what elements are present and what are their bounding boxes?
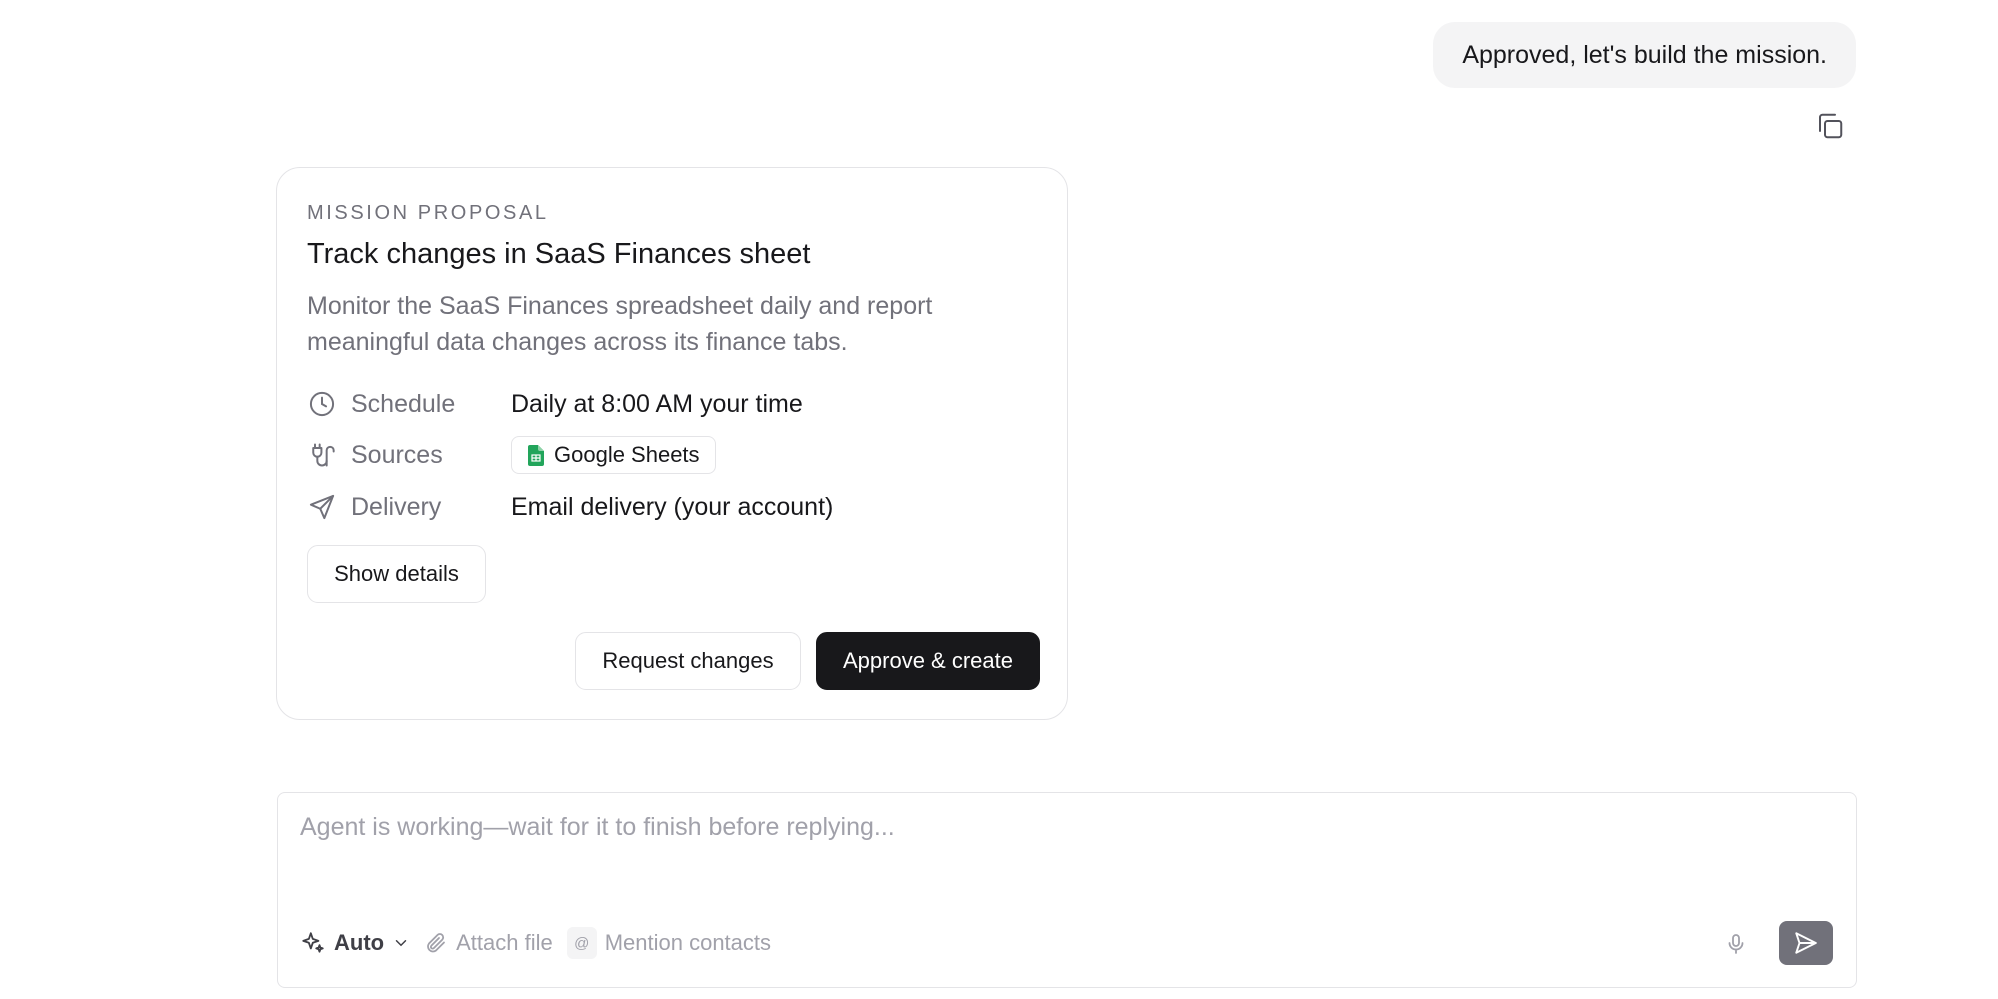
chat-page: Approved, let's build the mission. MISSI…	[0, 0, 1998, 999]
composer-toolbar: Auto Attach file @ Mention contacts	[300, 923, 785, 963]
delivery-label: Delivery	[351, 492, 442, 521]
at-sign-icon: @	[566, 927, 597, 959]
send-button[interactable]	[1779, 921, 1833, 965]
proposal-title: Track changes in SaaS Finances sheet	[307, 238, 811, 270]
message-input[interactable]	[300, 813, 1700, 842]
delivery-row: Delivery Email delivery (your account)	[307, 487, 833, 527]
plug-icon	[307, 440, 337, 470]
proposal-eyebrow: MISSION PROPOSAL	[307, 202, 549, 224]
message-composer: Auto Attach file @ Mention contacts	[277, 792, 1857, 988]
sources-label: Sources	[351, 440, 443, 469]
mention-contacts-label: Mention contacts	[604, 930, 772, 955]
proposal-description: Monitor the SaaS Finances spreadsheet da…	[307, 292, 933, 356]
mission-proposal-card: MISSION PROPOSAL Track changes in SaaS F…	[276, 167, 1068, 720]
google-sheets-chip: Google Sheets	[511, 436, 716, 474]
show-details-button[interactable]: Show details	[307, 545, 486, 603]
send-icon	[307, 492, 337, 522]
sparkles-icon	[302, 932, 324, 953]
approve-create-button[interactable]: Approve & create	[816, 632, 1040, 690]
schedule-value: Daily at 8:00 AM your time	[511, 389, 803, 418]
sources-value: Google Sheets	[554, 442, 700, 467]
attach-file-button[interactable]: Attach file	[424, 930, 553, 956]
user-message-text: Approved, let's build the mission.	[1462, 41, 1827, 69]
microphone-icon	[1728, 934, 1744, 954]
copy-message-button[interactable]	[1814, 110, 1846, 142]
chevron-down-icon	[395, 940, 407, 947]
sources-row: Sources Google Sheets	[307, 435, 716, 475]
attach-file-label: Attach file	[456, 930, 553, 955]
copy-icon	[1819, 113, 1843, 139]
user-message-bubble: Approved, let's build the mission.	[1433, 22, 1856, 88]
microphone-button[interactable]	[1724, 931, 1748, 962]
paperclip-icon	[427, 933, 445, 953]
mode-label: Auto	[334, 930, 385, 955]
delivery-value: Email delivery (your account)	[511, 492, 834, 521]
clock-icon	[307, 389, 337, 419]
schedule-label: Schedule	[351, 389, 456, 418]
schedule-row: Schedule Daily at 8:00 AM your time	[307, 384, 803, 424]
google-sheets-icon	[528, 444, 544, 466]
mention-contacts-button[interactable]: @ Mention contacts	[566, 927, 772, 959]
mode-selector[interactable]: Auto	[300, 930, 410, 956]
send-arrow-icon	[1795, 932, 1817, 954]
request-changes-button[interactable]: Request changes	[575, 632, 801, 690]
